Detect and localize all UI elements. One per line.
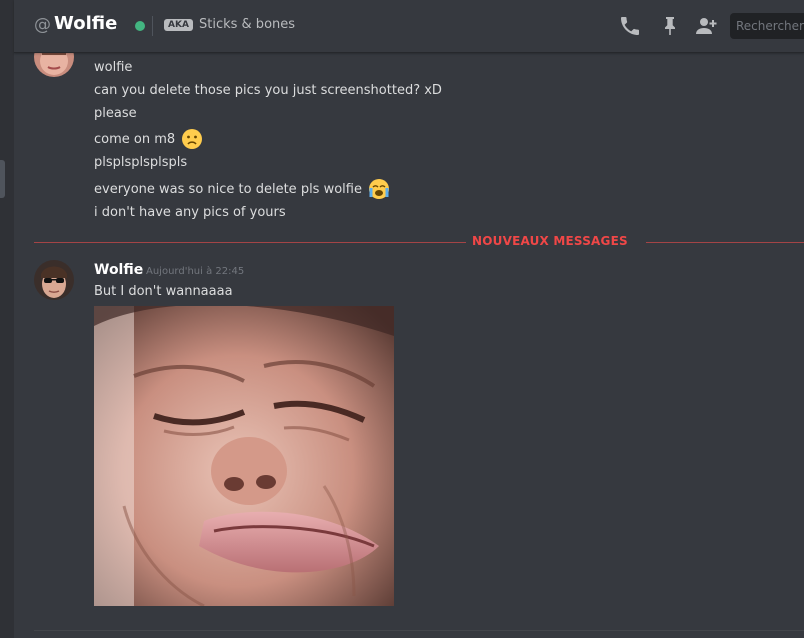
avatar[interactable]: [34, 52, 74, 77]
message-line: But I don't wannaaaa: [94, 284, 233, 299]
nickname: Sticks & bones: [199, 17, 296, 32]
message-divider: [34, 630, 804, 631]
avatar[interactable]: [34, 260, 74, 300]
at-symbol: @: [34, 15, 51, 35]
dm-username[interactable]: Wolfie: [54, 13, 117, 34]
channel-header: @ Wolfie AKA Sticks & bones Rechercher: [14, 0, 804, 53]
message-line: plsplsplsplspls: [94, 155, 188, 170]
add-friend-icon[interactable]: [694, 14, 718, 38]
scrunched-face-photo[interactable]: [94, 306, 394, 606]
scroll-indicator[interactable]: [0, 160, 5, 198]
message-line: please: [94, 106, 137, 121]
message-line: i don't have any pics of yours: [94, 205, 286, 220]
new-messages-divider: NOUVEAUX MESSAGES: [34, 234, 804, 248]
message-list: wolfie can you delete those pics you jus…: [14, 52, 804, 638]
phone-icon[interactable]: [618, 14, 642, 38]
server-sidebar-edge: [0, 0, 14, 638]
message-line: everyone was so nice to delete pls wolfi…: [94, 178, 390, 200]
divider-line-left: [34, 242, 466, 243]
search-input[interactable]: Rechercher: [730, 13, 804, 39]
message-line: come on m8: [94, 128, 203, 150]
new-messages-label: NOUVEAUX MESSAGES: [472, 234, 628, 248]
frowning-face-emoji[interactable]: [181, 128, 203, 150]
message-line: can you delete those pics you just scree…: [94, 83, 442, 98]
message-timestamp: Aujourd'hui à 22:45: [146, 266, 245, 277]
loudly-crying-face-emoji[interactable]: [368, 178, 390, 200]
divider-line-right: [646, 242, 804, 243]
header-divider: [152, 16, 153, 36]
aka-badge: AKA: [164, 19, 193, 31]
message-author[interactable]: Wolfie: [94, 262, 143, 278]
message-text: everyone was so nice to delete pls wolfi…: [94, 181, 362, 197]
online-status-icon: [135, 21, 145, 31]
message-text: come on m8: [94, 131, 176, 147]
message-line: wolfie: [94, 60, 133, 75]
pin-icon[interactable]: [658, 14, 682, 38]
